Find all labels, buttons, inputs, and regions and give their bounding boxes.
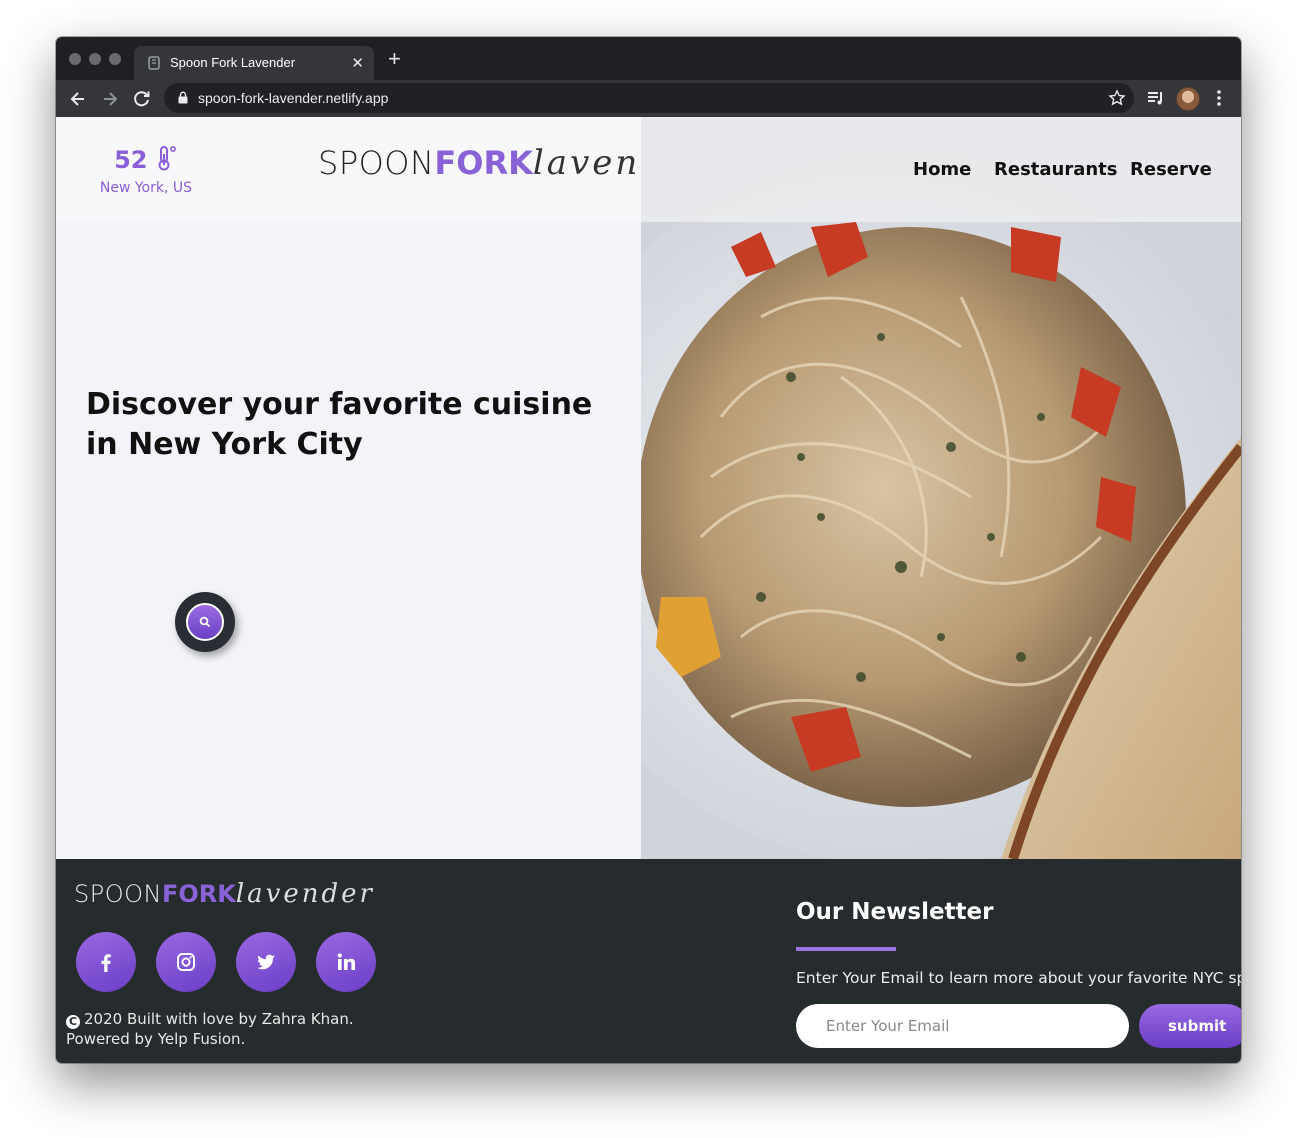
tab-close-icon[interactable]: ✕ <box>351 54 364 72</box>
facebook-button[interactable] <box>76 932 136 992</box>
thermometer-icon <box>158 145 176 171</box>
close-window-button[interactable] <box>69 53 81 65</box>
new-tab-icon[interactable]: + <box>388 48 401 70</box>
footer-logo[interactable]: SPOONFORKlavender <box>74 879 375 909</box>
reload-icon[interactable] <box>131 88 153 110</box>
weather-widget: 52 New York, US <box>96 145 196 196</box>
forward-arrow-icon[interactable] <box>99 88 121 110</box>
linkedin-button[interactable] <box>316 932 376 992</box>
newsletter-description: Enter Your Email to learn more about you… <box>796 969 1241 987</box>
bookmark-star-icon[interactable] <box>1108 89 1126 107</box>
copyright-icon: C <box>66 1015 80 1029</box>
search-button[interactable] <box>175 592 235 652</box>
lock-icon <box>178 91 188 104</box>
tab-bar: Spoon Fork Lavender ✕ + <box>56 37 1241 80</box>
favicon-icon <box>148 56 160 70</box>
url-text: spoon-fork-lavender.netlify.app <box>198 90 389 106</box>
nav-reserve[interactable]: Reserve <box>1130 159 1212 180</box>
profile-avatar[interactable] <box>1176 87 1200 111</box>
tab-title: Spoon Fork Lavender <box>170 55 296 70</box>
search-icon <box>199 616 211 628</box>
nav-restaurants[interactable]: Restaurants <box>994 159 1118 180</box>
minimize-window-button[interactable] <box>89 53 101 65</box>
more-menu-icon[interactable] <box>1211 88 1227 108</box>
maximize-window-button[interactable] <box>109 53 121 65</box>
pasta-dish-image <box>641 117 1241 859</box>
twitter-icon <box>257 954 275 970</box>
newsletter-email-input[interactable] <box>796 1004 1129 1048</box>
browser-tab[interactable]: Spoon Fork Lavender ✕ <box>134 46 374 80</box>
browser-toolbar: spoon-fork-lavender.netlify.app <box>56 80 1241 117</box>
newsletter-submit-button[interactable]: submit <box>1139 1004 1241 1048</box>
page: 52 New York, US SPOONFORKlavender Discov… <box>56 117 1241 1063</box>
hero-title: Discover your favorite cuisine in New Yo… <box>86 387 593 462</box>
copyright-text: C 2020 Built with love by Zahra Khan. Pow… <box>66 1010 354 1048</box>
browser-window: Spoon Fork Lavender ✕ + spoon-fork-laven… <box>56 37 1241 1063</box>
logo-fork-text: FORK <box>434 144 533 182</box>
instagram-icon <box>177 953 195 971</box>
nav-home[interactable]: Home <box>913 159 971 180</box>
hero-left-panel: 52 New York, US SPOONFORKlavender Discov… <box>56 117 704 859</box>
site-footer: SPOONFORKlavender C 2020 Built with love… <box>56 859 1241 1063</box>
newsletter-title: Our Newsletter <box>796 899 994 925</box>
address-bar[interactable]: spoon-fork-lavender.netlify.app <box>164 83 1134 113</box>
twitter-button[interactable] <box>236 932 296 992</box>
weather-location: New York, US <box>99 180 193 196</box>
temperature-value: 52 <box>114 146 148 174</box>
linkedin-icon <box>337 953 355 970</box>
media-control-icon[interactable] <box>1146 88 1166 108</box>
instagram-button[interactable] <box>156 932 216 992</box>
hero-food-image <box>641 117 1241 859</box>
newsletter-divider <box>796 947 896 951</box>
facebook-icon <box>101 954 111 972</box>
logo-spoon-text: SPOON <box>318 144 435 182</box>
back-arrow-icon[interactable] <box>67 88 89 110</box>
